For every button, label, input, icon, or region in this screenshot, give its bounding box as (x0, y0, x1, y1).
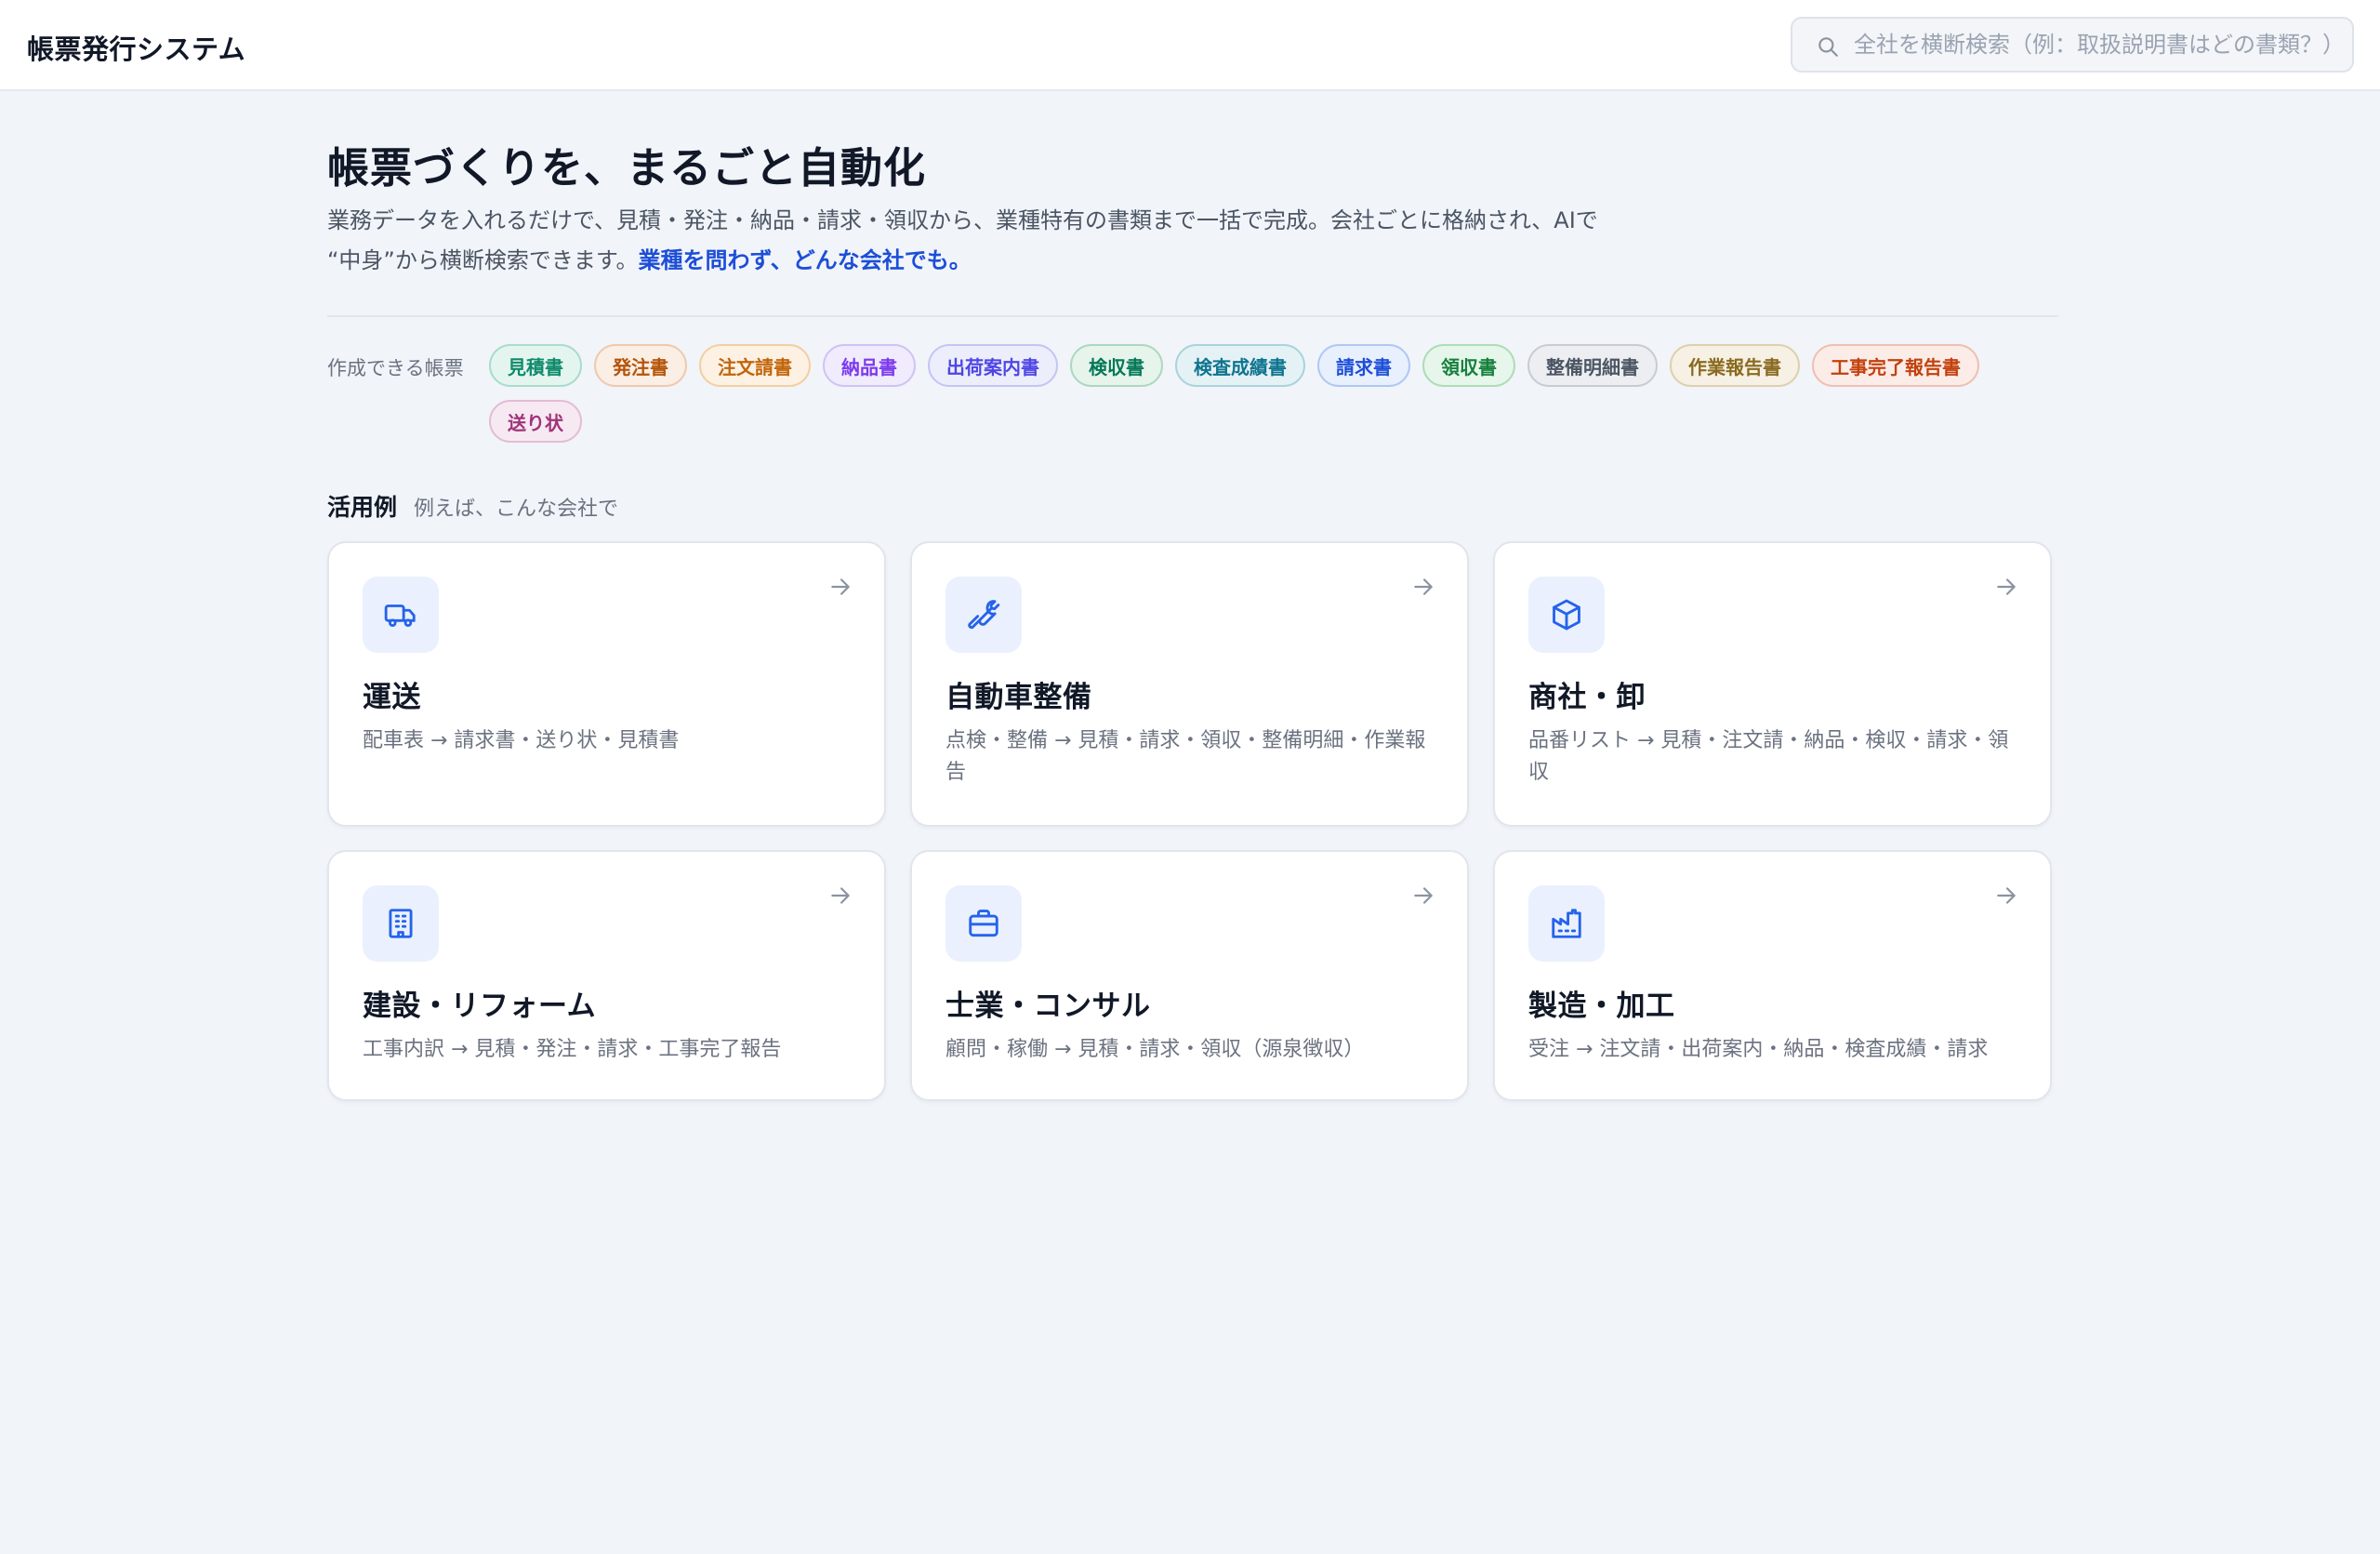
search-icon (1818, 37, 1838, 57)
form-tag[interactable]: 検査成績書 (1175, 344, 1305, 387)
card-icon-box (945, 577, 1022, 653)
card-title: 運送 (363, 681, 421, 714)
card-title: 自動車整備 (945, 681, 1092, 714)
form-tag[interactable]: 発注書 (594, 344, 687, 387)
form-tag[interactable]: 納品書 (823, 344, 916, 387)
examples-heading: 活用例 (327, 494, 398, 521)
arrow-right-icon (831, 578, 850, 595)
arrow-right-icon (1414, 578, 1433, 595)
card-icon-box (945, 885, 1022, 962)
global-search[interactable] (1791, 17, 2354, 73)
example-card-auto-repair[interactable]: 自動車整備 点検・整備 → 見積・請求・領収・整備明細・作業報告 (910, 541, 1469, 827)
app-title: 帳票発行システム (27, 33, 246, 65)
arrow-right-icon (831, 887, 850, 904)
hero-desc-line2: “中身”から横断検索できます。 (327, 247, 639, 273)
example-card-manufacturing[interactable]: 製造・加工 受注 → 注文請・出荷案内・納品・検査成績・請求 (1493, 850, 2052, 1101)
form-tag[interactable]: 検収書 (1070, 344, 1163, 387)
arrow-right-icon (1997, 578, 2016, 595)
hero-title: 帳票づくりを、まるごと自動化 (327, 143, 927, 193)
hero-emphasis: 業種を問わず、どんな会社でも。 (638, 247, 972, 273)
building-icon (389, 909, 413, 938)
arrow-right-icon (1997, 887, 2016, 904)
factory-icon (1552, 909, 1581, 938)
example-card-construction[interactable]: 建設・リフォーム 工事内訳 → 見積・発注・請求・工事完了報告 (327, 850, 886, 1101)
card-title: 建設・リフォーム (363, 990, 597, 1023)
card-title: 製造・加工 (1528, 990, 1675, 1023)
card-description: 顧問・稼働 → 見積・請求・領収（源泉徴収） (945, 1038, 1365, 1061)
section-divider (327, 315, 2058, 317)
box-icon (1553, 599, 1580, 631)
form-tag[interactable]: 送り状 (489, 400, 582, 443)
form-tag[interactable]: 注文請書 (699, 344, 811, 387)
example-card-consulting[interactable]: 士業・コンサル 顧問・稼働 → 見積・請求・領収（源泉徴収） (910, 850, 1469, 1101)
search-input[interactable] (1854, 26, 2337, 63)
card-description: 工事内訳 → 見積・発注・請求・工事完了報告 (363, 1038, 782, 1061)
hero-desc-line1: 業務データを入れるだけで、見積・発注・納品・請求・領収から、業種特有の書類まで一… (327, 207, 1598, 233)
card-icon-box (363, 885, 439, 962)
top-bar: 帳票発行システム (0, 0, 2380, 91)
truck-icon (384, 604, 416, 627)
form-tag-list: 見積書 発注書 注文請書 納品書 出荷案内書 検収書 検査成績書 請求書 領収書 整備明細書 作業報… (489, 344, 2069, 443)
examples-subheading: 例えば、こんな会社で (414, 498, 619, 521)
card-icon-box (363, 577, 439, 653)
example-card-trading[interactable]: 商社・卸 品番リスト → 見積・注文請・納品・検収・請求・領収 (1493, 541, 2052, 827)
form-tag[interactable]: 請求書 (1317, 344, 1410, 387)
example-card-transport[interactable]: 運送 配車表 → 請求書・送り状・見積書 (327, 541, 886, 827)
card-description: 品番リスト → 見積・注文請・納品・検収・請求・領収 (1528, 729, 2009, 784)
card-title: 商社・卸 (1528, 681, 1646, 714)
arrow-right-icon (1414, 887, 1433, 904)
card-icon-box (1528, 885, 1605, 962)
form-tag[interactable]: 工事完了報告書 (1812, 344, 1979, 387)
wrench-icon (968, 600, 1000, 630)
form-tag[interactable]: 出荷案内書 (928, 344, 1058, 387)
briefcase-icon (969, 910, 998, 937)
form-tag[interactable]: 見積書 (489, 344, 582, 387)
hero-description: 業務データを入れるだけで、見積・発注・納品・請求・領収から、業種特有の書類まで一… (327, 201, 1629, 281)
form-tag[interactable]: 領収書 (1422, 344, 1515, 387)
card-description: 点検・整備 → 見積・請求・領収・整備明細・作業報告 (945, 729, 1426, 784)
card-title: 士業・コンサル (945, 990, 1151, 1023)
card-description: 配車表 → 請求書・送り状・見積書 (363, 729, 680, 752)
forms-label: 作成できる帳票 (327, 357, 464, 379)
form-tag[interactable]: 整備明細書 (1527, 344, 1658, 387)
card-description: 受注 → 注文請・出荷案内・納品・検査成績・請求 (1528, 1038, 1989, 1061)
form-tag[interactable]: 作業報告書 (1670, 344, 1800, 387)
card-icon-box (1528, 577, 1605, 653)
